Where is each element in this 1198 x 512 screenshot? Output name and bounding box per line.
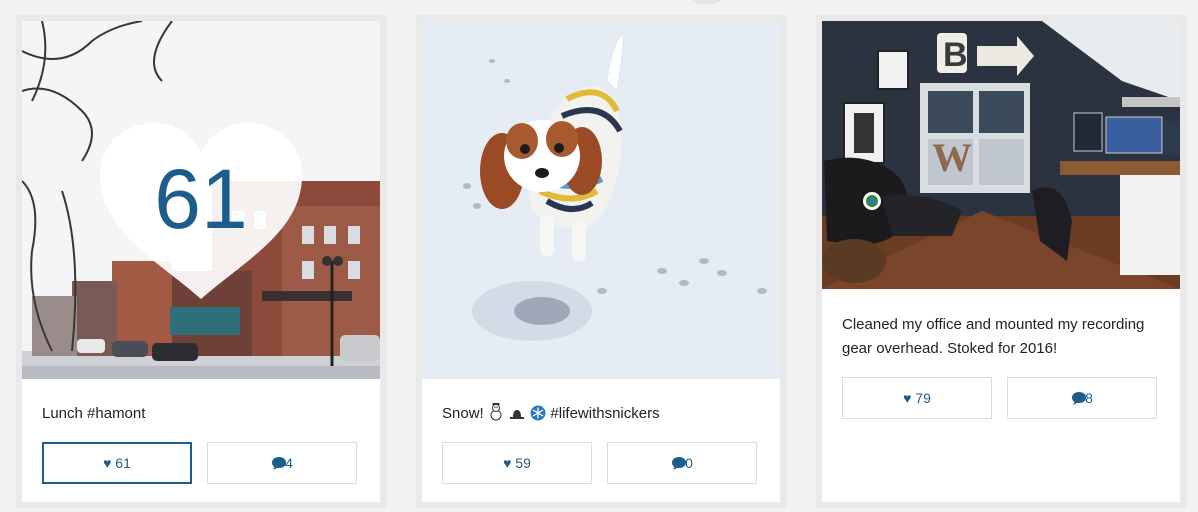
like-count: ♥ 61 [103,455,131,471]
post-caption: Snow! #lifewithsnickers [442,402,760,429]
like-button[interactable]: ♥ 79 [842,377,992,419]
post-caption: Lunch #hamont [42,405,146,422]
snowflake-icon [530,405,546,429]
svg-text:B: B [943,36,968,74]
caption-hashtag: #lifewithsnickers [550,405,660,422]
snowman-icon [488,403,504,429]
svg-text:W: W [932,135,972,180]
caption-text: Snow! [442,405,484,422]
comment-bubble-icon [1071,391,1087,405]
likes-overlay-count: 61 [154,152,248,246]
scroll-indicator [690,0,724,4]
like-count: ♥ 79 [903,390,931,406]
comment-bubble-icon [271,456,287,470]
post-card: Snow! #lifewithsnickers ♥ 59 0 [416,15,786,508]
like-button[interactable]: ♥ 59 [442,442,592,484]
dog-photo-image [422,21,780,379]
hat-icon [508,405,526,429]
like-count: ♥ 59 [503,455,531,471]
post-photo[interactable] [422,21,780,379]
comment-button[interactable]: 4 [207,442,357,484]
comment-bubble-icon [671,456,687,470]
post-photo[interactable]: B W [822,21,1180,289]
likes-heart-overlay: 61 [98,121,304,301]
like-button[interactable]: ♥ 61 [42,442,192,484]
post-photo[interactable]: 61 [22,21,380,379]
post-card: B W Cleaned my office and mounted my rec… [816,15,1186,508]
office-photo-image: B W [822,21,1180,289]
post-card: 61 Lunch #hamont ♥ 61 4 [16,15,386,508]
comment-button[interactable]: 0 [607,442,757,484]
post-caption: Cleaned my office and mounted my recordi… [842,316,1145,357]
comment-button[interactable]: 8 [1007,377,1157,419]
